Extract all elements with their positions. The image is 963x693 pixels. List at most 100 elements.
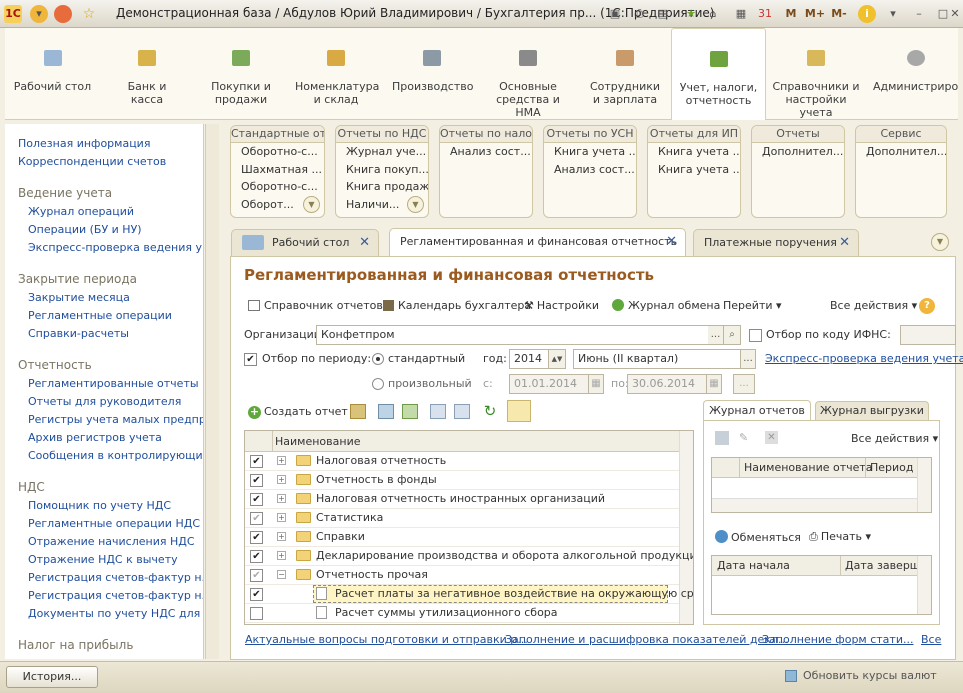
tree-row[interactable]: ✔ + Налоговая отчетность иностранных орган… [245, 490, 679, 509]
section-employees[interactable]: Сотрудники и зарплата [588, 28, 662, 120]
add-favorite-icon[interactable]: ★ [682, 5, 700, 23]
nav-link[interactable]: Архив регистров учета [28, 431, 162, 444]
journal-hscroll[interactable] [712, 498, 917, 512]
nav-link[interactable]: Регламентные операции [28, 309, 172, 322]
report-link[interactable]: Анализ сост... [440, 143, 532, 161]
calculator-icon[interactable]: ▦ [732, 5, 750, 23]
report-link[interactable]: Книга продаж [336, 178, 428, 196]
period-select-button[interactable]: ... [733, 374, 755, 394]
report-link[interactable]: Книга учета ... [648, 161, 740, 179]
section-nomenclature[interactable]: Номенклатура и склад [295, 28, 379, 120]
expand-group-icon[interactable]: ▼ [303, 196, 320, 213]
refresh-icon[interactable]: ↻ [482, 403, 498, 419]
help-link[interactable]: Заполнение форм стати... [762, 633, 913, 646]
expand-icon[interactable]: + [277, 494, 286, 503]
section-purchases[interactable]: Покупки и продажи [202, 28, 280, 120]
report-link[interactable]: Книга учета ... [648, 143, 740, 161]
row-checkbox[interactable]: ✔ [250, 512, 263, 525]
row-checkbox[interactable]: ✔ [250, 550, 263, 563]
select-organization-button[interactable]: ... [708, 325, 724, 345]
from-date-field[interactable]: 01.01.2014 [509, 374, 589, 394]
nav-link[interactable]: Регистрация счетов-фактур н... [28, 589, 203, 602]
help-link[interactable]: Актуальные вопросы подготовки и отправки… [245, 633, 528, 646]
calendar-button[interactable]: Календарь бухгалтера [383, 299, 531, 312]
expand-icon[interactable]: + [277, 456, 286, 465]
report-link[interactable]: Шахматная ... [231, 161, 324, 179]
info-menu-icon[interactable]: ▾ [884, 5, 902, 23]
m-minus-button[interactable]: M- [828, 5, 850, 23]
m-plus-button[interactable]: M+ [804, 5, 826, 23]
organization-field[interactable]: Конфетпром [316, 325, 709, 345]
history-button[interactable]: История... [6, 666, 98, 688]
tab-export-journal[interactable]: Журнал выгрузки [815, 401, 929, 420]
exchange-button[interactable]: Обменяться [715, 530, 801, 544]
tabs-menu-icon[interactable]: ▼ [931, 233, 949, 251]
edit-icon[interactable] [402, 404, 418, 419]
row-checkbox[interactable]: ✔ [250, 493, 263, 506]
close-window-icon[interactable]: ✕ [946, 5, 963, 23]
collapse-icon[interactable]: − [277, 570, 286, 579]
update-rates-link[interactable]: Обновить курсы валют [803, 669, 937, 682]
tree-row[interactable]: ✔ + Налоговая отчетность [245, 452, 679, 471]
nav-link[interactable]: Справки-расчеты [28, 327, 129, 340]
column-end-date[interactable]: Дата заверше [845, 559, 917, 572]
report-link[interactable]: Оборотно-с... [231, 143, 324, 161]
column-name-header[interactable]: Наименование [275, 435, 360, 448]
close-tab-icon[interactable]: ✕ [359, 230, 370, 255]
journal-all-actions-menu[interactable]: Все действия ▾ [851, 432, 938, 445]
nav-scrollbar[interactable] [205, 124, 219, 659]
exchange-vscroll[interactable] [917, 556, 931, 614]
close-tab-icon[interactable]: ✕ [666, 229, 677, 254]
from-calendar-icon[interactable]: ▦ [588, 374, 604, 394]
section-bank[interactable]: Банк и касса [116, 28, 178, 120]
report-link[interactable]: Дополнител... [752, 143, 844, 161]
section-accounting[interactable]: Учет, налоги, отчетность [671, 28, 766, 120]
tab-desktop[interactable]: Рабочий стол ✕ [231, 229, 379, 256]
preview-icon[interactable]: ▤ [654, 5, 672, 23]
tree-row[interactable]: ✔ + Отчетность в фонды [245, 471, 679, 490]
menu-icon[interactable]: ▾ [30, 5, 48, 23]
tab-payment-orders[interactable]: Платежные поручения ✕ [693, 229, 859, 256]
move-down-icon[interactable] [454, 404, 470, 419]
section-production[interactable]: Производство [392, 28, 473, 120]
expand-icon[interactable]: + [277, 532, 286, 541]
row-checkbox[interactable]: ✔ [250, 531, 263, 544]
tree-row[interactable]: ✔ + Статистика [245, 509, 679, 528]
copy-icon[interactable] [378, 404, 394, 419]
nav-link[interactable]: Журнал операций [28, 205, 134, 218]
favorites-star-icon[interactable]: ☆ [80, 5, 98, 23]
nav-link[interactable]: Полезная информация [18, 137, 150, 150]
section-admin[interactable]: Администриро [873, 28, 958, 120]
nav-link[interactable]: Отражение начисления НДС [28, 535, 195, 548]
exchange-log-button[interactable]: Журнал обмена [612, 299, 720, 312]
tab-reports[interactable]: Регламентированная и финансовая отчетнос… [389, 228, 686, 257]
search-icon[interactable]: ⌕ [723, 325, 741, 345]
settings-button[interactable]: ⚒ Настройки [524, 299, 599, 312]
print-button[interactable]: ⎙ Печать ▾ [809, 530, 871, 544]
tree-row[interactable]: ✔ + Справки [245, 528, 679, 547]
standard-period-radio[interactable] [372, 353, 384, 365]
app-logo-icon[interactable]: 1С [4, 5, 22, 23]
column-report-name[interactable]: Наименование отчета [744, 461, 873, 474]
document-icon[interactable] [715, 431, 729, 445]
link-icon[interactable]: ⌂ [704, 5, 722, 23]
move-up-icon[interactable] [430, 404, 446, 419]
expand-icon[interactable]: + [277, 551, 286, 560]
year-spinner[interactable]: ▲▼ [548, 349, 566, 369]
calendar-icon[interactable]: 31 [756, 5, 774, 23]
report-link[interactable]: Книга учета ... [544, 143, 636, 161]
report-link[interactable]: Журнал уче... [336, 143, 428, 161]
all-actions-menu[interactable]: Все действия ▾ [830, 299, 917, 312]
row-checkbox[interactable]: ✔ [250, 474, 263, 487]
ifns-filter-checkbox[interactable] [749, 329, 762, 342]
year-field[interactable]: 2014 [509, 349, 549, 369]
report-link[interactable]: Анализ сост... [544, 161, 636, 179]
delete-icon[interactable]: ✕ [765, 431, 778, 444]
row-checkbox[interactable]: ✔ [250, 455, 263, 468]
row-checkbox[interactable]: ✔ [250, 588, 263, 601]
nav-link[interactable]: Регламентные операции НДС [28, 517, 200, 530]
help-icon[interactable]: ? [919, 298, 935, 314]
to-date-field[interactable]: 30.06.2014 [627, 374, 707, 394]
arbitrary-period-radio[interactable] [372, 378, 384, 390]
select-quarter-button[interactable]: ... [740, 349, 756, 369]
